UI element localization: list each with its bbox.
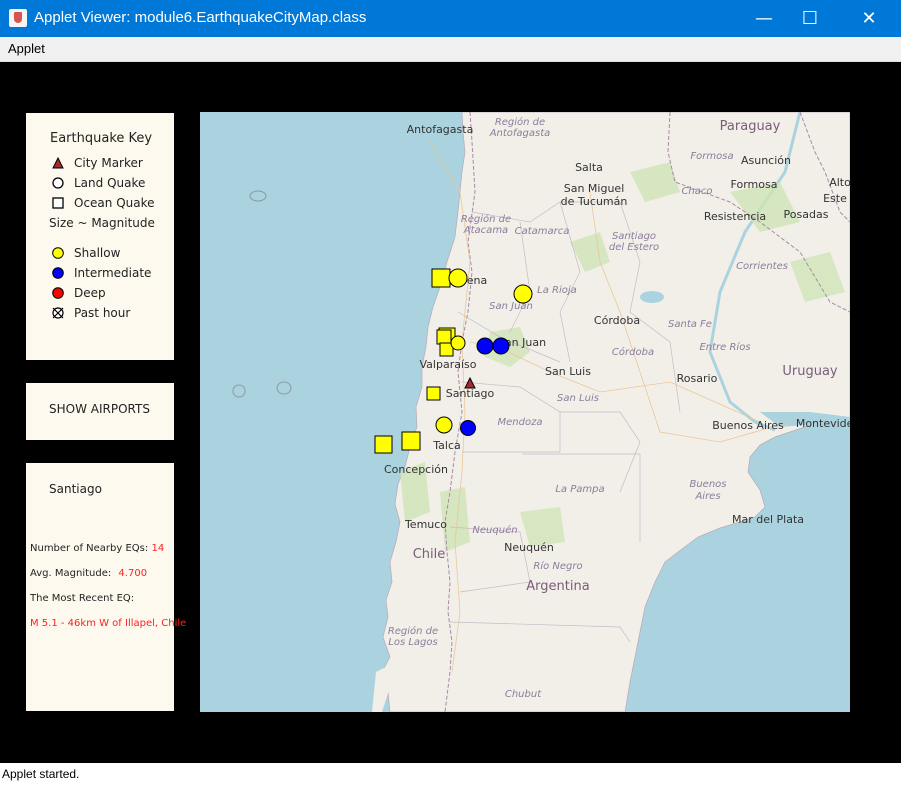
label-alto-parana-2: Este: [823, 192, 847, 205]
label-rosario: Rosario: [677, 372, 718, 385]
label-region-antofagasta-2: Antofagasta: [489, 128, 551, 139]
label-formosa: Formosa: [731, 178, 778, 191]
label-salta: Salta: [575, 161, 603, 174]
land-quake-shallow[interactable]: [450, 335, 466, 351]
land-quake-intermediate[interactable]: [460, 420, 476, 436]
earthquake-map[interactable]: Región de Antofagasta Formosa Chaco Regi…: [200, 112, 850, 712]
ocean-quake-shallow[interactable]: [436, 329, 452, 345]
earthquake-key-panel: Earthquake Key City Marker Land Quake Oc…: [26, 113, 174, 360]
label-temuco: Temuco: [404, 518, 447, 531]
label-resistencia: Resistencia: [704, 210, 766, 223]
deep-icon: [52, 287, 64, 299]
info-nearby: Number of Nearby EQs: 14: [30, 543, 165, 554]
label-chubut: Chubut: [505, 689, 542, 700]
label-chaco: Chaco: [681, 186, 712, 197]
ocean-quake-shallow[interactable]: [431, 268, 451, 288]
label-antofagasta: Antofagasta: [407, 123, 474, 136]
city-info-panel: Santiago Number of Nearby EQs: 14 Avg. M…: [26, 463, 186, 711]
label-concepcion: Concepción: [384, 463, 448, 476]
menu-applet[interactable]: Applet: [8, 41, 45, 56]
label-posadas: Posadas: [784, 208, 829, 221]
java-app-icon: [9, 9, 27, 27]
land-quake-shallow[interactable]: [435, 416, 453, 434]
label-buenos-aires: Buenos Aires: [712, 419, 784, 432]
label-mendoza: Mendoza: [498, 417, 543, 428]
info-nearby-value: 14: [151, 543, 165, 554]
info-city-name: Santiago: [49, 482, 102, 496]
info-avg-magnitude: Avg. Magnitude: 4.700: [30, 568, 148, 579]
label-talca: Talca: [432, 439, 460, 452]
label-region-antofagasta-1: Región de: [495, 116, 545, 128]
label-valparaiso: Valparaíso: [420, 358, 477, 371]
label-san-miguel-2: de Tucumán: [561, 195, 628, 208]
status-bar: Applet started.: [0, 763, 901, 787]
label-uruguay: Uruguay: [782, 364, 838, 379]
label-buenos-aires-prov-1: Buenos: [689, 479, 726, 490]
label-entre-rios: Entre Ríos: [699, 341, 750, 353]
label-santiago-estero-1: Santiago: [612, 231, 656, 242]
label-asuncion: Asunción: [741, 154, 791, 167]
window-title: Applet Viewer: module6.EarthquakeCityMap…: [34, 9, 367, 26]
menu-bar: Applet: [0, 37, 901, 62]
land-quake-intermediate[interactable]: [476, 337, 494, 355]
past-hour-icon: [52, 307, 64, 319]
show-airports-label: SHOW AIRPORTS: [49, 402, 150, 416]
title-bar: Applet Viewer: module6.EarthquakeCityMap…: [0, 0, 901, 37]
land-quake-shallow[interactable]: [513, 284, 533, 304]
label-alto-parana-1: Alto: [829, 176, 850, 189]
label-argentina: Argentina: [526, 579, 589, 594]
info-recent-value: M 5.1 - 46km W of Illapel, Chile: [30, 618, 187, 629]
info-avg-value: 4.700: [118, 568, 148, 579]
land-quake-icon: [52, 177, 64, 189]
label-catamarca: Catamarca: [515, 226, 570, 237]
intermediate-icon: [52, 267, 64, 279]
ocean-quake-shallow[interactable]: [401, 431, 421, 451]
label-san-luis-prov: San Luis: [557, 393, 599, 404]
close-button[interactable]: ✕: [846, 0, 892, 37]
label-santiago: Santiago: [446, 387, 495, 400]
label-region-atacama-1: Región de: [461, 213, 511, 225]
land-quake-shallow[interactable]: [448, 268, 468, 288]
label-mar-del-plata: Mar del Plata: [732, 513, 804, 526]
label-buenos-aires-prov-2: Aires: [694, 491, 720, 502]
label-neuquen: Neuquén: [504, 541, 554, 554]
ocean-quake-shallow[interactable]: [426, 386, 441, 401]
shallow-icon: [52, 247, 64, 259]
label-santa-fe: Santa Fe: [668, 319, 712, 330]
label-santiago-estero-2: del Estero: [609, 242, 659, 253]
label-corrientes: Corrientes: [736, 261, 788, 272]
label-los-lagos-1: Región de: [388, 625, 438, 637]
label-formosa-prov: Formosa: [690, 151, 733, 162]
label-rio-negro: Río Negro: [533, 560, 582, 572]
city-marker-icon: [52, 157, 64, 169]
label-neuquen-prov: Neuquén: [472, 524, 517, 536]
label-region-atacama-2: Atacama: [463, 225, 508, 236]
key-size-label: Size ~ Magnitude: [49, 216, 155, 230]
label-los-lagos-2: Los Lagos: [388, 637, 437, 648]
key-title: Earthquake Key: [50, 131, 153, 146]
minimize-button[interactable]: —: [741, 0, 787, 37]
show-airports-button[interactable]: SHOW AIRPORTS: [26, 383, 174, 440]
label-cordoba: Córdoba: [594, 314, 640, 327]
ocean-quake-icon: [52, 197, 64, 209]
label-la-rioja: La Rioja: [537, 285, 577, 296]
maximize-button[interactable]: ☐: [787, 0, 833, 37]
label-montevideo: Montevideo: [796, 417, 850, 430]
label-san-miguel-1: San Miguel: [564, 182, 625, 195]
label-la-pampa: La Pampa: [555, 484, 604, 495]
info-recent-label: The Most Recent EQ:: [30, 593, 135, 604]
land-quake-intermediate[interactable]: [492, 337, 510, 355]
lake-mar-chiquita: [640, 291, 664, 303]
label-san-luis: San Luis: [545, 365, 591, 378]
status-text: Applet started.: [2, 767, 80, 781]
label-paraguay: Paraguay: [720, 119, 781, 134]
label-cordoba-prov: Córdoba: [612, 346, 654, 358]
ocean-quake-shallow[interactable]: [374, 435, 393, 454]
label-chile: Chile: [413, 547, 446, 562]
